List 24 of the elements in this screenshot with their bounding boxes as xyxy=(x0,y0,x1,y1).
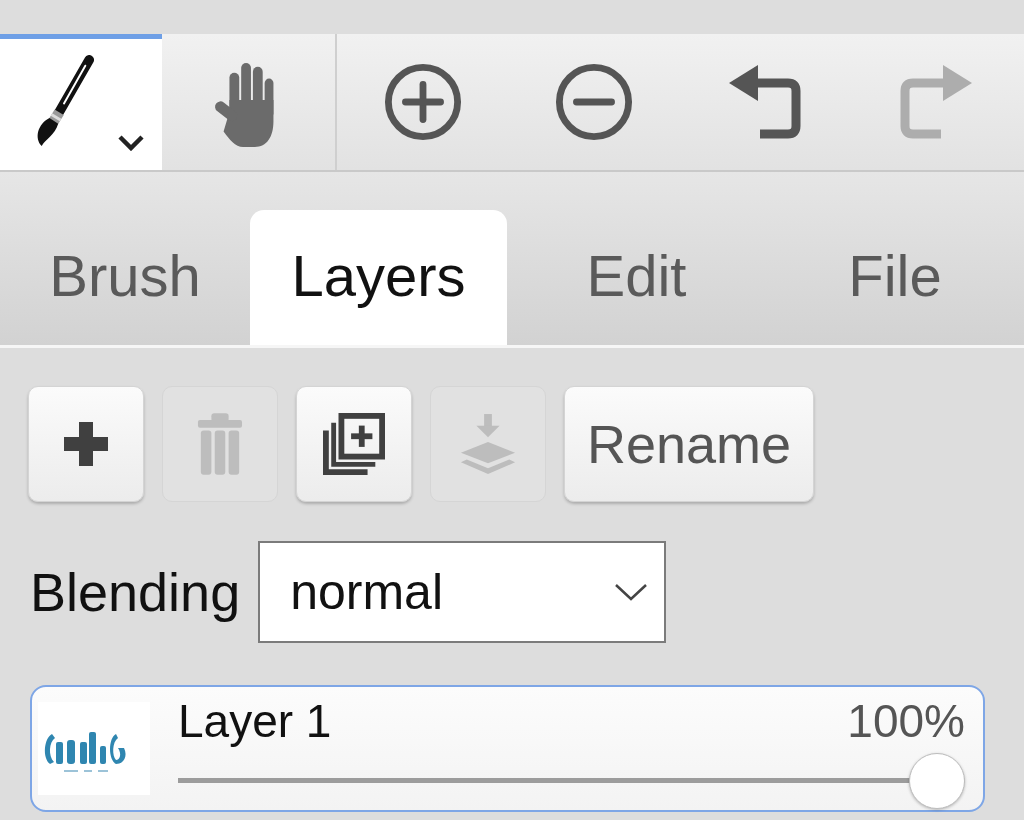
plus-icon xyxy=(64,422,108,466)
zoom-out-icon xyxy=(554,63,633,141)
undo-icon xyxy=(728,65,801,139)
brush-tool-button[interactable] xyxy=(0,34,162,170)
blending-label: Blending xyxy=(30,561,241,623)
caret-icon xyxy=(117,134,145,151)
add-layer-button[interactable] xyxy=(28,386,144,502)
chevron-down-icon xyxy=(614,583,649,601)
layer-name: Layer 1 xyxy=(178,694,332,748)
redo-icon xyxy=(899,65,972,139)
tab[interactable]: File xyxy=(766,210,1024,345)
duplicate-icon xyxy=(323,413,385,475)
tab[interactable]: Edit xyxy=(507,210,766,345)
tab[interactable]: Layers xyxy=(250,210,507,345)
slider-thumb[interactable] xyxy=(909,753,965,809)
rename-button[interactable]: Rename xyxy=(564,386,814,502)
tab[interactable]: Brush xyxy=(0,210,250,345)
merge-down-icon xyxy=(459,414,517,474)
layer-opacity: 100% xyxy=(847,694,965,748)
blending-dropdown[interactable]: normal xyxy=(258,541,667,643)
zoom-in-icon xyxy=(383,63,462,141)
duplicate-layer-button[interactable] xyxy=(296,386,412,502)
trash-icon xyxy=(197,412,243,476)
layer-row[interactable]: Layer 1 100% xyxy=(30,685,985,812)
